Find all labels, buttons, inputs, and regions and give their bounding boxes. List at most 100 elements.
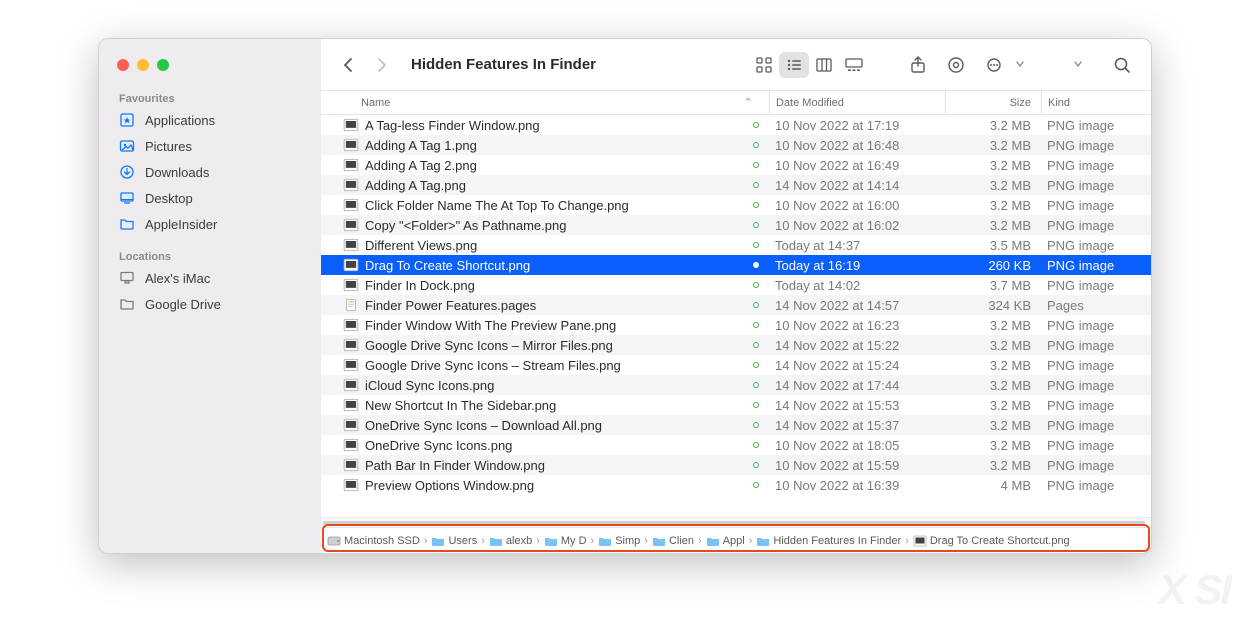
sidebar-item-applications[interactable]: Applications — [99, 107, 321, 133]
file-row[interactable]: Copy "<Folder>" As Pathname.png 10 Nov 2… — [321, 215, 1151, 235]
file-size: 3.2 MB — [945, 378, 1041, 393]
bfolder-icon — [598, 535, 612, 547]
file-icon — [343, 258, 359, 272]
sync-status-icon — [753, 422, 759, 428]
col-size[interactable]: Size — [945, 91, 1041, 114]
horizontal-scrollbar[interactable] — [321, 517, 1151, 527]
down-icon — [119, 164, 135, 180]
sidebar-heading-locations: Locations — [99, 247, 321, 265]
sidebar-item-downloads[interactable]: Downloads — [99, 159, 321, 185]
gallery-view-button[interactable] — [839, 52, 869, 78]
sync-status-icon — [753, 362, 759, 368]
file-date: 14 Nov 2022 at 15:37 — [769, 418, 945, 433]
file-row[interactable]: Click Folder Name The At Top To Change.p… — [321, 195, 1151, 215]
file-row[interactable]: Finder In Dock.png Today at 14:02 3.7 MB… — [321, 275, 1151, 295]
action-chevron-icon[interactable] — [1015, 56, 1029, 74]
file-icon — [343, 278, 359, 292]
share-button[interactable] — [905, 52, 931, 78]
back-button[interactable] — [337, 54, 359, 76]
file-kind: PNG image — [1041, 118, 1151, 133]
file-row[interactable]: A Tag-less Finder Window.png 10 Nov 2022… — [321, 115, 1151, 135]
sidebar-item-appleinsider[interactable]: AppleInsider — [99, 211, 321, 237]
path-segment[interactable]: alexb — [489, 535, 532, 547]
file-date: 14 Nov 2022 at 17:44 — [769, 378, 945, 393]
file-row[interactable]: Drag To Create Shortcut.png Today at 16:… — [321, 255, 1151, 275]
path-segment-label: Appl — [723, 535, 745, 547]
sidebar-item-label: Alex's iMac — [145, 271, 210, 286]
file-icon — [343, 338, 359, 352]
file-row[interactable]: Finder Power Features.pages 14 Nov 2022 … — [321, 295, 1151, 315]
file-size: 324 KB — [945, 298, 1041, 313]
sidebar-item-label: AppleInsider — [145, 217, 217, 232]
file-row[interactable]: Google Drive Sync Icons – Mirror Files.p… — [321, 335, 1151, 355]
sidebar-heading-favourites: Favourites — [99, 89, 321, 107]
watermark: X SI — [1159, 566, 1230, 614]
file-name: Adding A Tag 2.png — [365, 158, 753, 173]
list-view-button[interactable] — [779, 52, 809, 78]
file-date: 10 Nov 2022 at 15:59 — [769, 458, 945, 473]
path-segment[interactable]: My D — [544, 535, 587, 547]
sidebar-item-desktop[interactable]: Desktop — [99, 185, 321, 211]
close-button[interactable] — [117, 59, 129, 71]
icon-view-button[interactable] — [749, 52, 779, 78]
file-row[interactable]: Different Views.png Today at 14:37 3.5 M… — [321, 235, 1151, 255]
forward-button[interactable] — [371, 54, 393, 76]
file-list[interactable]: A Tag-less Finder Window.png 10 Nov 2022… — [321, 115, 1151, 517]
toolbar-overflow-icon[interactable] — [1073, 56, 1087, 74]
search-button[interactable] — [1109, 52, 1135, 78]
file-row[interactable]: Adding A Tag 1.png 10 Nov 2022 at 16:48 … — [321, 135, 1151, 155]
file-row[interactable]: Adding A Tag.png 14 Nov 2022 at 14:14 3.… — [321, 175, 1151, 195]
folder-icon — [119, 216, 135, 232]
file-icon — [343, 298, 359, 312]
col-name[interactable]: Name — [361, 97, 390, 109]
file-row[interactable]: New Shortcut In The Sidebar.png 14 Nov 2… — [321, 395, 1151, 415]
path-segment[interactable]: Hidden Features In Finder — [756, 535, 901, 547]
path-segment[interactable]: Appl — [706, 535, 745, 547]
file-row[interactable]: OneDrive Sync Icons.png 10 Nov 2022 at 1… — [321, 435, 1151, 455]
file-row[interactable]: Google Drive Sync Icons – Stream Files.p… — [321, 355, 1151, 375]
window-title[interactable]: Hidden Features In Finder — [411, 56, 596, 73]
file-kind: PNG image — [1041, 378, 1151, 393]
file-size: 3.2 MB — [945, 358, 1041, 373]
file-row[interactable]: Path Bar In Finder Window.png 10 Nov 202… — [321, 455, 1151, 475]
file-name: Different Views.png — [365, 238, 753, 253]
file-icon — [343, 158, 359, 172]
file-size: 3.2 MB — [945, 418, 1041, 433]
column-headers[interactable]: Name ⌃ Date Modified Size Kind — [321, 91, 1151, 115]
path-bar[interactable]: Macintosh SSD › Users › alexb › My D › S… — [321, 527, 1151, 553]
tags-button[interactable] — [943, 52, 969, 78]
sort-asc-icon[interactable]: ⌃ — [744, 96, 753, 109]
sidebar-item-pictures[interactable]: Pictures — [99, 133, 321, 159]
path-segment[interactable]: Macintosh SSD — [327, 535, 420, 547]
path-segment[interactable]: Drag To Create Shortcut.png — [913, 535, 1070, 547]
sidebar-item-google-drive[interactable]: Google Drive — [99, 291, 321, 317]
minimize-button[interactable] — [137, 59, 149, 71]
sync-status-icon — [753, 482, 759, 488]
sync-status-icon — [753, 322, 759, 328]
zoom-button[interactable] — [157, 59, 169, 71]
file-size: 3.2 MB — [945, 398, 1041, 413]
file-row[interactable]: Preview Options Window.png 10 Nov 2022 a… — [321, 475, 1151, 495]
path-segment[interactable]: Simp — [598, 535, 640, 547]
col-kind[interactable]: Kind — [1041, 91, 1151, 114]
file-name: Drag To Create Shortcut.png — [365, 258, 753, 273]
sidebar-item-label: Google Drive — [145, 297, 221, 312]
bfolder-icon — [652, 535, 666, 547]
chevron-right-icon: › — [644, 535, 648, 547]
column-view-button[interactable] — [809, 52, 839, 78]
sidebar-item-alex-s-imac[interactable]: Alex's iMac — [99, 265, 321, 291]
chevron-right-icon: › — [481, 535, 485, 547]
file-icon — [343, 418, 359, 432]
file-date: 14 Nov 2022 at 15:22 — [769, 338, 945, 353]
file-row[interactable]: iCloud Sync Icons.png 14 Nov 2022 at 17:… — [321, 375, 1151, 395]
col-date[interactable]: Date Modified — [769, 91, 945, 114]
file-size: 3.2 MB — [945, 458, 1041, 473]
path-segment[interactable]: Users — [431, 535, 477, 547]
file-row[interactable]: OneDrive Sync Icons – Download All.png 1… — [321, 415, 1151, 435]
action-button[interactable] — [981, 52, 1007, 78]
file-row[interactable]: Finder Window With The Preview Pane.png … — [321, 315, 1151, 335]
path-segment[interactable]: Clien — [652, 535, 694, 547]
file-row[interactable]: Adding A Tag 2.png 10 Nov 2022 at 16:49 … — [321, 155, 1151, 175]
sync-status-icon — [753, 162, 759, 168]
file-kind: PNG image — [1041, 358, 1151, 373]
